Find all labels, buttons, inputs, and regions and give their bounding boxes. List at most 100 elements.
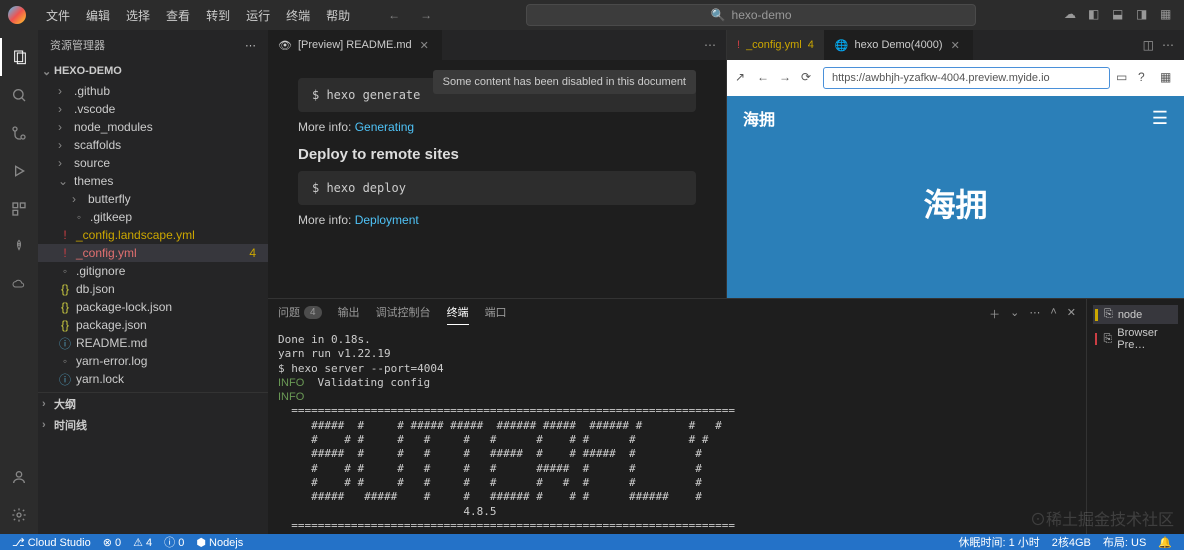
- debug-activity-icon[interactable]: [0, 152, 38, 190]
- nav-forward-icon[interactable]: →: [414, 6, 438, 24]
- settings-activity-icon[interactable]: [0, 496, 38, 534]
- close-icon[interactable]: ✕: [418, 39, 431, 52]
- tab-hexo-demo-preview[interactable]: 🌐 hexo Demo(4000) ✕: [825, 30, 973, 60]
- site-hero-title: 海拥: [727, 180, 1184, 226]
- tree-item[interactable]: {}package-lock.json: [38, 298, 268, 316]
- panel-tabs: 问题4 输出调试控制台终端端口 ＋ ⌄ ⋯ ˄ ✕: [268, 299, 1086, 329]
- status-item[interactable]: ⬢ Nodejs: [190, 534, 249, 550]
- nav-back-icon[interactable]: ←: [382, 6, 406, 24]
- tree-item[interactable]: ⓘREADME.md: [38, 334, 268, 352]
- tree-item[interactable]: !_config.yml4: [38, 244, 268, 262]
- command-center-search[interactable]: 🔍 hexo-demo: [526, 4, 976, 26]
- menu-终端[interactable]: 终端: [278, 3, 318, 28]
- tree-item[interactable]: ◦yarn-error.log: [38, 352, 268, 370]
- tab-config-yml[interactable]: ! _config.yml 4: [727, 30, 825, 60]
- status-item[interactable]: 🔔: [1152, 534, 1178, 550]
- menu-帮助[interactable]: 帮助: [318, 3, 358, 28]
- more-icon[interactable]: ⋯: [1162, 38, 1174, 52]
- close-panel-icon[interactable]: ✕: [1067, 306, 1076, 322]
- file-icon: {}: [58, 300, 72, 314]
- more-icon[interactable]: ⋯: [245, 39, 256, 52]
- yaml-icon: !: [737, 39, 740, 51]
- panel-tab[interactable]: 输出: [338, 304, 360, 324]
- status-item[interactable]: ⎇ Cloud Studio: [6, 534, 97, 550]
- menu-编辑[interactable]: 编辑: [78, 3, 118, 28]
- menu-查看[interactable]: 查看: [158, 3, 198, 28]
- new-terminal-icon[interactable]: ＋: [989, 306, 1000, 322]
- more-icon[interactable]: ⋯: [1029, 306, 1040, 322]
- tree-item[interactable]: ◦.gitignore: [38, 262, 268, 280]
- tree-item[interactable]: ›.vscode: [38, 100, 268, 118]
- tree-item[interactable]: {}package.json: [38, 316, 268, 334]
- chevron-down-icon[interactable]: ⌄: [1010, 306, 1019, 322]
- browser-back-icon[interactable]: ←: [757, 70, 773, 86]
- search-activity-icon[interactable]: [0, 76, 38, 114]
- project-header[interactable]: ⌄ HEXO-DEMO: [38, 60, 268, 82]
- explorer-activity-icon[interactable]: [0, 38, 38, 76]
- tree-item[interactable]: {}db.json: [38, 280, 268, 298]
- panel-tab[interactable]: 调试控制台: [376, 304, 431, 324]
- sidebar-title: 资源管理器: [50, 37, 105, 53]
- menu-选择[interactable]: 选择: [118, 3, 158, 28]
- status-item[interactable]: 休眠时间: 1 小时: [952, 534, 1045, 550]
- menu-转到[interactable]: 转到: [198, 3, 238, 28]
- cloud-icon[interactable]: ☁: [1064, 7, 1080, 23]
- tab-readme-preview[interactable]: 👁 [Preview] README.md ✕: [268, 30, 442, 60]
- menu-运行[interactable]: 运行: [238, 3, 278, 28]
- split-icon[interactable]: ◫: [1143, 38, 1154, 52]
- status-item[interactable]: ⓘ 0: [158, 534, 190, 550]
- file-tree: ›.github›.vscode›node_modules›scaffolds›…: [38, 82, 268, 388]
- tree-item[interactable]: ›source: [38, 154, 268, 172]
- devices-icon[interactable]: ▭: [1116, 70, 1132, 86]
- cloud-activity-icon[interactable]: [0, 266, 38, 304]
- help-icon[interactable]: ?: [1138, 70, 1154, 86]
- tree-item[interactable]: ⓘyarn.lock: [38, 370, 268, 388]
- hamburger-icon[interactable]: ☰: [1152, 108, 1168, 129]
- content-disabled-notice: Some content has been disabled in this d…: [433, 70, 696, 94]
- rocket-activity-icon[interactable]: [0, 228, 38, 266]
- tree-item[interactable]: ◦.gitkeep: [38, 208, 268, 226]
- code-block: $ hexo deploy: [298, 171, 696, 205]
- layout-left-icon[interactable]: ◧: [1088, 7, 1104, 23]
- tree-item[interactable]: ›.github: [38, 82, 268, 100]
- layout-right-icon[interactable]: ◨: [1136, 7, 1152, 23]
- url-input[interactable]: [823, 67, 1110, 89]
- layout-customize-icon[interactable]: ▦: [1160, 7, 1176, 23]
- terminal-instance[interactable]: ⎘node: [1093, 305, 1178, 324]
- menu-文件[interactable]: 文件: [38, 3, 78, 28]
- deployment-link[interactable]: Deployment: [355, 213, 419, 227]
- file-icon: ◦: [72, 210, 86, 224]
- timeline-section[interactable]: ›时间线: [38, 414, 268, 436]
- file-icon: {}: [58, 318, 72, 332]
- browser-forward-icon[interactable]: →: [779, 70, 795, 86]
- qr-icon[interactable]: ▦: [1160, 70, 1176, 86]
- tree-item[interactable]: ›node_modules: [38, 118, 268, 136]
- generating-link[interactable]: Generating: [355, 120, 414, 134]
- outline-section[interactable]: ›大纲: [38, 392, 268, 414]
- status-item[interactable]: 2核4GB: [1046, 534, 1097, 550]
- status-item[interactable]: ⊗ 0: [97, 534, 127, 550]
- menubar: 文件编辑选择查看转到运行终端帮助: [38, 3, 358, 28]
- terminal-instance[interactable]: ⎘Browser Pre…: [1093, 324, 1178, 354]
- panel-tab[interactable]: 端口: [485, 304, 507, 324]
- panel-tab[interactable]: 问题4: [278, 304, 322, 324]
- browser-reload-icon[interactable]: ⟳: [801, 70, 817, 86]
- account-activity-icon[interactable]: [0, 458, 38, 496]
- more-icon[interactable]: ⋯: [704, 38, 716, 52]
- status-item[interactable]: ⚠ 4: [127, 534, 158, 550]
- panel-tab[interactable]: 终端: [447, 304, 469, 325]
- tree-item[interactable]: !_config.landscape.yml: [38, 226, 268, 244]
- tree-item[interactable]: ›butterfly: [38, 190, 268, 208]
- extensions-activity-icon[interactable]: [0, 190, 38, 228]
- status-item[interactable]: 布局: US: [1097, 534, 1152, 550]
- source-control-activity-icon[interactable]: [0, 114, 38, 152]
- tree-item[interactable]: ›scaffolds: [38, 136, 268, 154]
- tree-item[interactable]: ⌄themes: [38, 172, 268, 190]
- maximize-icon[interactable]: ˄: [1050, 306, 1056, 322]
- layout-bottom-icon[interactable]: ⬓: [1112, 7, 1128, 23]
- file-icon: ◦: [58, 264, 72, 278]
- terminal-output[interactable]: Done in 0.18s. yarn run v1.22.19 $ hexo …: [268, 329, 1086, 534]
- site-brand[interactable]: 海拥: [743, 106, 775, 130]
- close-icon[interactable]: ✕: [949, 39, 962, 52]
- open-external-icon[interactable]: ↗: [735, 70, 751, 86]
